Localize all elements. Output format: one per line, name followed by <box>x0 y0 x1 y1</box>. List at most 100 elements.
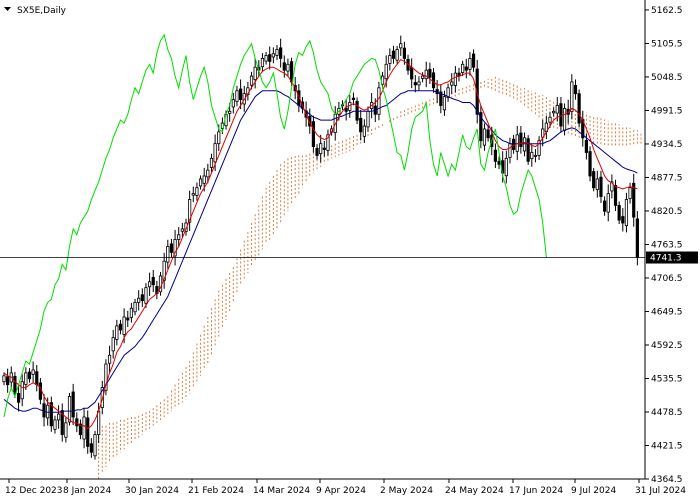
candle-body <box>180 228 184 232</box>
candle-body <box>147 281 152 288</box>
chikou-span-line <box>3 33 547 418</box>
candle-body <box>271 53 275 58</box>
candle-body <box>391 50 396 59</box>
candle-body <box>362 125 366 137</box>
candle-body <box>166 246 170 263</box>
candle-body <box>428 68 432 78</box>
y-tick-label: 4706.5 <box>651 274 683 284</box>
candle-body <box>253 66 257 80</box>
candle-body <box>107 354 112 364</box>
axes: 5162.5 5105.5 5048.5 4991.5 4934.5 4877.5 4820… <box>0 0 698 496</box>
y-tick-label: 4421.5 <box>651 441 683 451</box>
candle-body <box>486 129 490 139</box>
candle-body <box>395 49 399 61</box>
candle-body <box>402 47 407 59</box>
candle-body <box>115 325 119 340</box>
candle-body <box>359 117 363 133</box>
candle-body <box>129 307 133 318</box>
candle-body <box>137 297 141 303</box>
y-tick-label: 4763.5 <box>651 240 683 250</box>
candle-body <box>97 410 101 436</box>
candle-body <box>399 43 403 49</box>
ichimoku-cloud <box>98 76 642 480</box>
candle-body <box>348 102 352 111</box>
candle-body <box>118 323 123 331</box>
candle-body <box>64 422 68 438</box>
candle-body <box>217 131 221 145</box>
candle-body <box>228 110 232 114</box>
candle-body <box>377 87 381 115</box>
candle-body <box>13 376 17 394</box>
candle-body <box>344 107 348 112</box>
candle-body <box>577 93 581 124</box>
candle-body <box>311 121 316 147</box>
candle-body <box>35 371 39 386</box>
candle-body <box>431 72 436 89</box>
candle-body <box>573 85 578 95</box>
candle-body <box>355 100 359 121</box>
candle-body <box>264 55 268 62</box>
symbol-title: SX5E,Daily <box>17 6 67 16</box>
candle-body <box>209 157 214 168</box>
candle-body <box>504 157 508 177</box>
candle-body <box>151 276 155 286</box>
candle-body <box>552 110 556 114</box>
candle-body <box>111 337 115 352</box>
y-tick-label: 4535.5 <box>651 374 683 384</box>
candle-body <box>366 110 370 128</box>
candle-body <box>53 419 57 430</box>
candle-body <box>559 103 563 127</box>
candle-body <box>526 138 530 162</box>
chart-menu-icon[interactable] <box>4 7 11 11</box>
y-tick-label: 4364.5 <box>651 475 683 485</box>
candle-body <box>268 54 272 62</box>
candle-body <box>424 69 428 80</box>
candle-body <box>319 143 323 155</box>
candle-body <box>275 49 279 56</box>
candle-body <box>202 175 206 184</box>
candle-body <box>89 443 93 453</box>
candle-body <box>603 200 607 212</box>
candle-body <box>471 53 476 68</box>
candle-body <box>497 160 501 165</box>
candle-body <box>75 418 79 427</box>
candle-body <box>133 301 137 313</box>
candle-body <box>191 193 195 196</box>
candle-body <box>442 96 447 111</box>
candle-body <box>464 66 468 71</box>
candle-body <box>617 204 621 221</box>
y-tick-label: 4934.5 <box>651 140 683 150</box>
indicator-lines <box>3 33 638 430</box>
candle-body <box>562 107 567 131</box>
candle-body <box>461 63 465 73</box>
candle-body <box>613 184 618 206</box>
candle-body <box>493 149 498 162</box>
chart-area[interactable]: 5162.5 5105.5 5048.5 4991.5 4934.5 4877.5 4820… <box>0 0 700 500</box>
candle-body <box>249 75 254 86</box>
candle-body <box>282 62 286 71</box>
candle-body <box>122 316 126 335</box>
candle-body <box>140 294 144 302</box>
candle-body <box>235 90 239 102</box>
candle-body <box>177 234 181 240</box>
candle-body <box>126 317 130 321</box>
candle-body <box>93 434 97 457</box>
candle-body <box>624 199 629 227</box>
candle-body <box>238 88 243 100</box>
candle-body <box>584 140 589 153</box>
y-tick-label: 4877.5 <box>651 173 683 183</box>
candle-body <box>450 81 454 86</box>
candle-body <box>20 381 24 400</box>
price-chart[interactable]: 5162.5 5105.5 5048.5 4991.5 4934.5 4877.5 4820… <box>0 0 700 500</box>
x-tick-label: 17 Jun 2024 <box>509 486 563 496</box>
candle-body <box>351 97 356 100</box>
x-tick-label: 24 May 2024 <box>445 486 504 496</box>
candle-body <box>2 375 6 383</box>
candle-body <box>606 193 610 213</box>
candle-body <box>530 152 534 160</box>
candle-body <box>621 216 625 224</box>
y-tick-label: 5048.5 <box>651 73 683 83</box>
candle-body <box>548 116 552 123</box>
candle-body <box>231 99 235 108</box>
candle-body <box>31 369 35 375</box>
